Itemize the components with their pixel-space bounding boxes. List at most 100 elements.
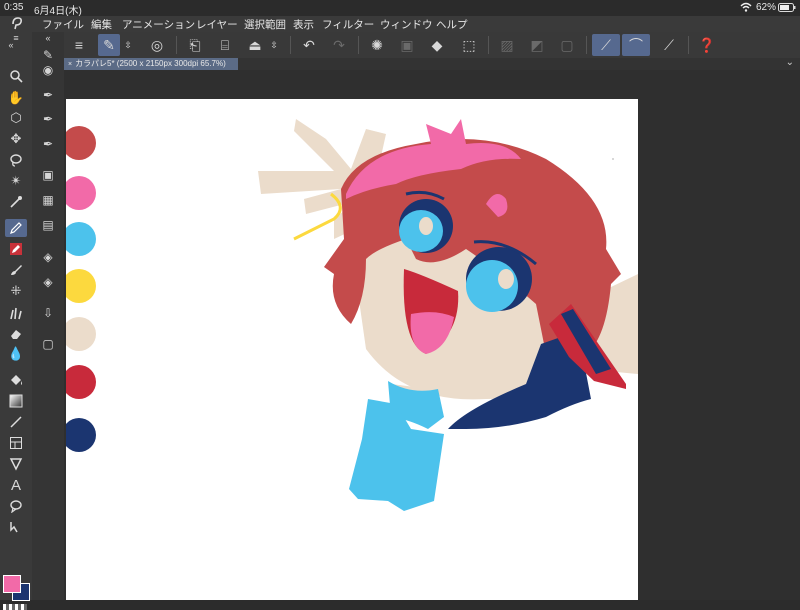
menu-selection[interactable]: 選択範囲 [244, 17, 286, 32]
save-icon[interactable]: ⏏ [244, 34, 266, 56]
zoom-tool-icon[interactable] [5, 67, 27, 85]
menu-layer[interactable]: レイヤー [196, 17, 238, 32]
stepper-icon[interactable]: ⇳ [122, 34, 134, 56]
invert-selection-icon[interactable]: ◩ [526, 34, 548, 56]
save-stepper-icon[interactable]: ⇳ [268, 34, 280, 56]
app-logo-icon[interactable] [10, 16, 24, 33]
snap-grid-icon[interactable]: ⟋ [658, 34, 680, 56]
frame-tool-icon[interactable] [5, 434, 27, 452]
palette-swatch[interactable] [66, 365, 96, 399]
fill-bucket-icon[interactable]: ◆ [426, 34, 448, 56]
speck [612, 158, 614, 160]
separator [488, 36, 489, 54]
ruler-tool-icon[interactable] [5, 455, 27, 473]
object-tool-icon[interactable]: ⬡ [5, 109, 27, 127]
eyedropper-tool-icon[interactable] [5, 193, 27, 211]
subtool-import-icon[interactable]: ⇩ [38, 304, 58, 322]
right-eye-pupil [498, 269, 514, 289]
quick-access-icon[interactable]: ◎ [146, 34, 168, 56]
separator [688, 36, 689, 54]
blend-tool-icon[interactable]: 💧 [5, 345, 27, 363]
undo-icon[interactable]: ↶ [298, 34, 320, 56]
left-eye-pupil [419, 217, 433, 235]
subtool-layer-3-icon[interactable]: ▤ [38, 216, 58, 234]
transform-icon[interactable]: ⬚ [458, 34, 480, 56]
subtool-layer-1-icon[interactable]: ▣ [38, 166, 58, 184]
subpanel-collapse-icon[interactable]: « [38, 32, 58, 44]
subtool-layer-2-icon[interactable]: ▦ [38, 191, 58, 209]
main-menu-icon[interactable]: ≡ [68, 34, 90, 56]
snap-ruler-icon[interactable]: ⟋ [592, 34, 620, 56]
subtool-pen-2-icon[interactable]: ✒ [38, 110, 58, 128]
palette-swatch[interactable] [66, 176, 96, 210]
edit-tool-icon[interactable]: ✎ [98, 34, 120, 56]
gradient-tool-icon[interactable] [5, 392, 27, 410]
tool-bar: ≡ « ✋ ⬡ ✥ ✴ ⁜ 💧 A [0, 32, 33, 610]
menu-view[interactable]: 表示 [293, 17, 314, 32]
menu-animation[interactable]: アニメーション [122, 17, 195, 32]
menu-bar: ファイル 編集 アニメーション レイヤー 選択範囲 表示 フィルター ウィンドウ… [0, 16, 800, 32]
move-tool-icon[interactable]: ✥ [5, 130, 27, 148]
status-time: 0:35 [4, 2, 24, 13]
canvas-paper[interactable] [66, 99, 638, 600]
transparent-color-swatch[interactable] [3, 604, 27, 610]
battery-percent: 62% [756, 2, 777, 13]
menu-help[interactable]: ヘルプ [436, 17, 468, 32]
tab-close-icon[interactable]: × [68, 61, 72, 68]
subtool-pen-3-icon[interactable]: ✒ [38, 135, 58, 153]
canvas-tab-bar: × カラパレ5* (2500 x 2150px 300dpi 65.7%) ⌄ [64, 57, 800, 70]
wifi-icon [740, 2, 752, 15]
airbrush-tool-icon[interactable]: ⁜ [5, 282, 27, 300]
snap-special-ruler-icon[interactable]: ⌒ [622, 34, 650, 56]
correct-line-tool-icon[interactable] [5, 518, 27, 536]
subtool-menu-icon[interactable]: ◉ [38, 61, 58, 79]
menu-file[interactable]: ファイル [42, 17, 84, 32]
canvas-tab-title: カラパレ5* (2500 x 2150px 300dpi 65.7%) [75, 59, 226, 68]
redo-icon[interactable]: ↷ [328, 34, 350, 56]
deselect-icon[interactable]: ▨ [496, 34, 518, 56]
palette-swatch[interactable] [66, 418, 96, 452]
palette-swatch[interactable] [66, 222, 96, 256]
subtool-layers-2-icon[interactable]: ◈ [38, 273, 58, 291]
sub-tool-bar: « ✎ ◉ ✒ ✒ ✒ ▣ ▦ ▤ ◈ ◈ ⇩ ▢ [32, 32, 64, 600]
status-date: 6月4日(木) [34, 6, 82, 17]
collapse-icon[interactable]: « [0, 40, 22, 50]
menu-window[interactable]: ウィンドウ [380, 17, 433, 32]
command-bar: ≡ ✎ ⇳ ◎ ⎗ ⌸ ⏏ ⇳ ↶ ↷ ✺ ▣ ◆ ⬚ ▨ ◩ ▢ ⟋ ⌒ ⟋ … [64, 32, 800, 59]
palette-swatch[interactable] [66, 269, 96, 303]
fill-selection-icon[interactable]: ▣ [396, 34, 418, 56]
help-icon[interactable]: ❓ [696, 34, 718, 56]
clear-icon[interactable]: ✺ [366, 34, 388, 56]
subtool-pen-1-icon[interactable]: ✒ [38, 86, 58, 104]
text-tool-icon[interactable]: A [5, 476, 27, 494]
selection-border-icon[interactable]: ▢ [556, 34, 578, 56]
open-file-icon[interactable]: ⌸ [214, 34, 236, 56]
menu-edit[interactable]: 編集 [91, 17, 112, 32]
auto-select-tool-icon[interactable]: ✴ [5, 172, 27, 190]
subtool-panel-icon[interactable]: ▢ [38, 335, 58, 353]
canvas-tab[interactable]: × カラパレ5* (2500 x 2150px 300dpi 65.7%) [64, 58, 238, 70]
separator [290, 36, 291, 54]
menu-filter[interactable]: フィルター [322, 17, 374, 32]
pencil-tool-icon[interactable] [5, 240, 27, 258]
fill-tool-icon[interactable] [5, 371, 27, 389]
foreground-color-swatch[interactable] [3, 575, 21, 593]
ios-status-bar: 0:35 6月4日(木) 62% [0, 0, 800, 17]
eraser-tool-icon[interactable] [5, 325, 27, 343]
palette-swatch[interactable] [66, 317, 96, 351]
subtool-layers-1-icon[interactable]: ◈ [38, 248, 58, 266]
palette-swatch[interactable] [66, 126, 96, 160]
separator [358, 36, 359, 54]
brush-tool-icon[interactable] [5, 261, 27, 279]
decoration-tool-icon[interactable] [5, 304, 27, 322]
battery-icon [778, 3, 796, 15]
figure-tool-icon[interactable] [5, 413, 27, 431]
canvas-area[interactable] [64, 70, 800, 600]
hand-tool-icon[interactable]: ✋ [5, 89, 27, 107]
new-file-icon[interactable]: ⎗ [184, 34, 206, 56]
lasso-tool-icon[interactable] [5, 151, 27, 169]
balloon-tool-icon[interactable] [5, 497, 27, 515]
separator [586, 36, 587, 54]
chevron-down-icon[interactable]: ⌄ [786, 57, 794, 68]
pen-tool-icon[interactable] [5, 219, 27, 237]
